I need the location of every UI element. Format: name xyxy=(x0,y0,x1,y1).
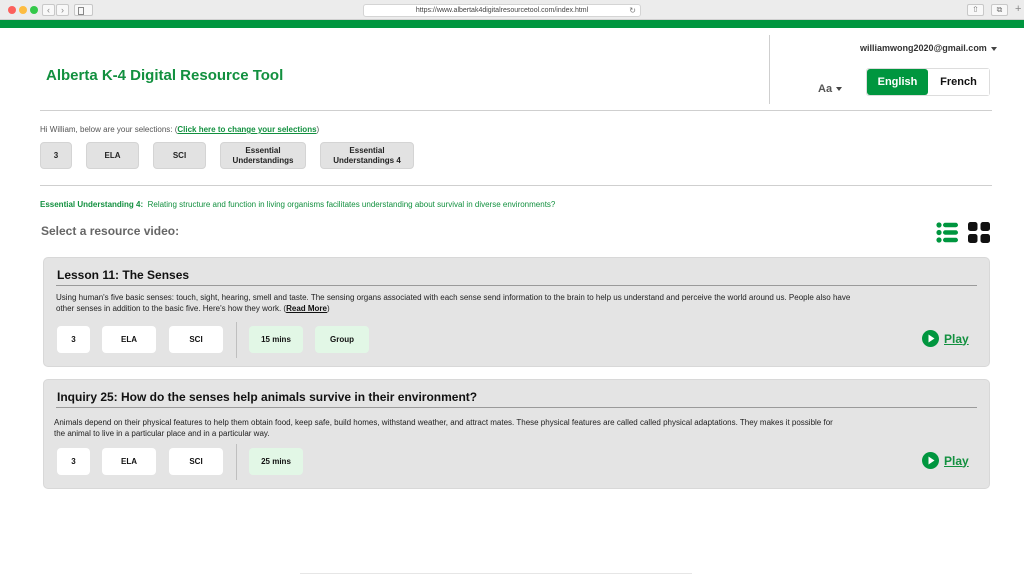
selection-greeting: Hi William, below are your selections: (… xyxy=(40,125,319,134)
sidebar-toggle-icon[interactable] xyxy=(74,4,93,16)
essential-understanding-label: Essential Understanding 4: xyxy=(40,200,144,209)
tabs-overview-icon[interactable]: ⧉ xyxy=(991,4,1008,16)
resource-card-description: Using human's five basic senses: touch, … xyxy=(56,292,856,314)
forward-button[interactable]: › xyxy=(56,4,69,16)
play-button[interactable]: Play xyxy=(922,330,969,347)
resource-card-title: Inquiry 25: How do the senses help anima… xyxy=(57,390,478,404)
greeting-text: Hi William, below are your selections: ( xyxy=(40,125,178,134)
essential-understanding: Essential Understanding 4: Relating stru… xyxy=(40,200,555,209)
play-label: Play xyxy=(944,453,969,468)
read-more-link[interactable]: Read More xyxy=(286,304,327,313)
essential-understanding-text: Relating structure and function in livin… xyxy=(147,200,556,209)
selection-chip-essential-understandings: Essential Understandings xyxy=(220,142,306,169)
language-toggle: English French xyxy=(866,68,990,96)
play-button[interactable]: Play xyxy=(922,452,969,469)
description-text: Using human's five basic senses: touch, … xyxy=(56,293,851,313)
list-view-icon[interactable] xyxy=(936,222,958,243)
language-english-button[interactable]: English xyxy=(867,69,928,95)
tag-subject-sci: SCI xyxy=(169,326,223,353)
tag-separator xyxy=(236,322,237,358)
close-window-icon[interactable] xyxy=(8,6,16,14)
play-label: Play xyxy=(944,331,969,346)
site-title[interactable]: Alberta K-4 Digital Resource Tool xyxy=(46,67,283,84)
font-size-label: Aa xyxy=(818,83,833,95)
greeting-suffix: ) xyxy=(316,125,320,134)
tag-subject-ela: ELA xyxy=(102,326,156,353)
address-bar[interactable]: https://www.albertak4digitalresourcetool… xyxy=(363,4,641,17)
tag-grade: 3 xyxy=(57,326,90,353)
browser-toolbar: ‹ › https://www.albertak4digitalresource… xyxy=(0,0,1024,20)
card-divider xyxy=(56,407,977,408)
play-circle-icon xyxy=(922,452,939,469)
resource-heading: Select a resource video: xyxy=(41,224,180,238)
page-footer-edge xyxy=(300,573,692,574)
selection-chip-grade: 3 xyxy=(40,142,72,169)
chevron-down-icon xyxy=(836,87,843,92)
card-divider xyxy=(56,285,977,286)
reload-icon[interactable]: ↻ xyxy=(629,5,636,16)
account-menu[interactable]: williamwong2020@gmail.com xyxy=(860,43,997,53)
header-divider xyxy=(769,35,770,104)
address-url: https://www.albertak4digitalresourcetool… xyxy=(415,7,589,14)
tag-separator xyxy=(236,444,237,480)
description-end: ) xyxy=(327,304,330,313)
share-icon[interactable]: ⇧ xyxy=(967,4,984,16)
chevron-down-icon xyxy=(990,46,997,51)
change-selections-link[interactable]: Click here to change your selections xyxy=(177,125,316,134)
back-button[interactable]: ‹ xyxy=(42,4,55,16)
top-accent-bar xyxy=(0,20,1024,28)
resource-card[interactable]: Lesson 11: The Senses Using human's five… xyxy=(43,257,990,367)
account-email: williamwong2020@gmail.com xyxy=(860,43,987,53)
tag-subject-sci: SCI xyxy=(169,448,223,475)
play-circle-icon xyxy=(922,330,939,347)
tag-duration: 25 mins xyxy=(249,448,303,475)
tag-grade: 3 xyxy=(57,448,90,475)
resource-card[interactable]: Inquiry 25: How do the senses help anima… xyxy=(43,379,990,489)
tag-grouping: Group xyxy=(315,326,369,353)
language-french-button[interactable]: French xyxy=(928,69,989,95)
divider xyxy=(40,110,992,111)
tag-subject-ela: ELA xyxy=(102,448,156,475)
selection-chip-subject-sci: SCI xyxy=(153,142,206,169)
divider xyxy=(40,185,992,186)
new-tab-icon[interactable]: + xyxy=(1015,3,1021,15)
selection-chip-essential-understanding-4: Essential Understandings 4 xyxy=(320,142,414,169)
resource-card-title: Lesson 11: The Senses xyxy=(57,268,190,282)
zoom-window-icon[interactable] xyxy=(30,6,38,14)
grid-view-icon[interactable] xyxy=(968,222,990,243)
minimize-window-icon[interactable] xyxy=(19,6,27,14)
tag-duration: 15 mins xyxy=(249,326,303,353)
resource-card-description: Animals depend on their physical feature… xyxy=(54,418,833,438)
selection-chip-subject-ela: ELA xyxy=(86,142,139,169)
font-size-menu[interactable]: Aa xyxy=(818,83,843,95)
